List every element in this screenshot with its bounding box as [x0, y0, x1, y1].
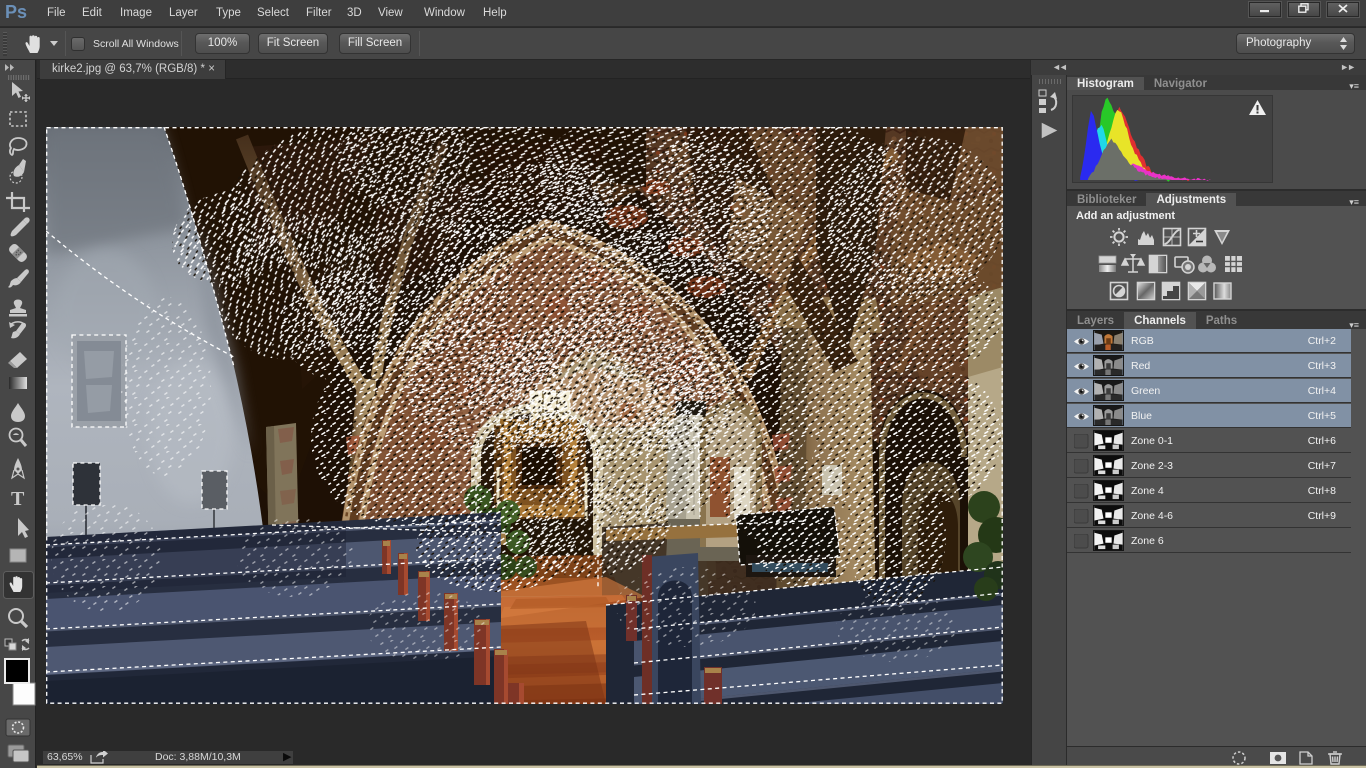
svg-text:T: T [11, 488, 25, 510]
